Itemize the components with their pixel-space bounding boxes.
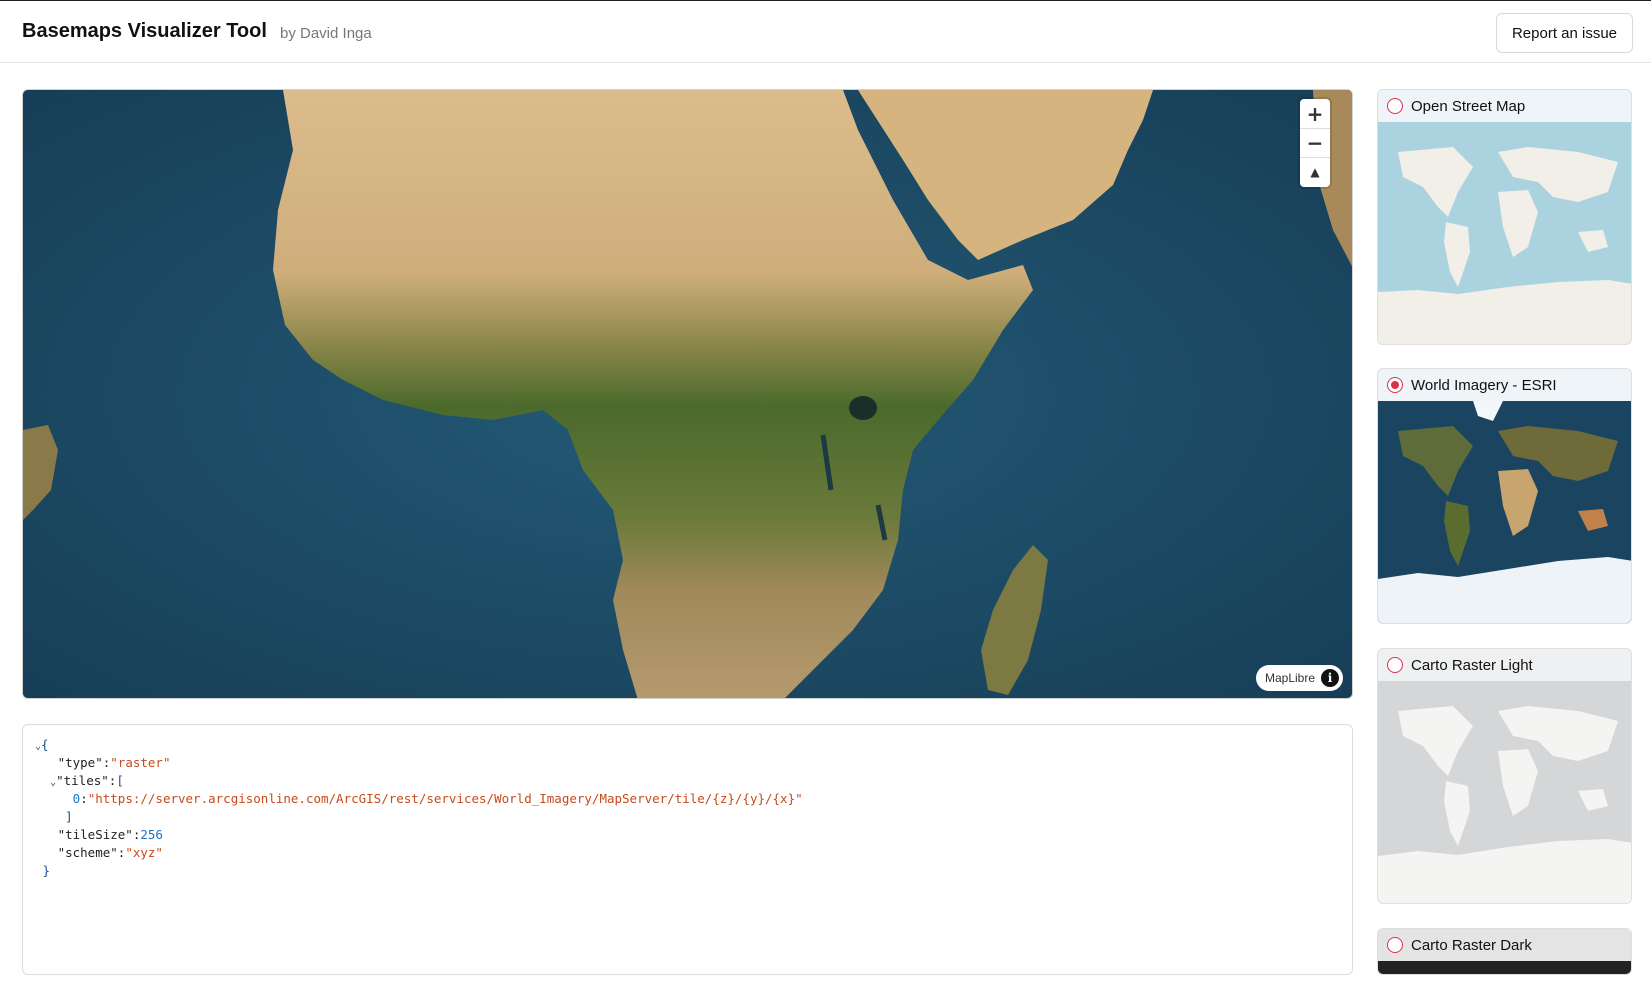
carto-light-thumbnail: [1378, 681, 1631, 903]
basemap-label-carto-dark: Carto Raster Dark: [1411, 936, 1532, 954]
json-key-tilesize: "tileSize": [57, 827, 133, 842]
radio-carto-dark[interactable]: [1387, 937, 1403, 953]
map-attribution: MapLibre i: [1256, 665, 1343, 691]
json-val-tilesize: 256: [140, 827, 163, 842]
osm-thumbnail: [1378, 122, 1631, 344]
attribution-text: MapLibre: [1265, 671, 1316, 685]
map-canvas[interactable]: [22, 89, 1353, 699]
basemap-option-carto-dark[interactable]: Carto Raster Dark: [1377, 928, 1632, 975]
basemap-option-carto-light[interactable]: Carto Raster Light: [1377, 648, 1632, 904]
json-bracket-open: [: [116, 773, 124, 788]
json-brace-open: {: [41, 737, 49, 752]
json-val-tile-url: "https://server.arcgisonline.com/ArcGIS/…: [87, 791, 803, 806]
compass-reset-button[interactable]: ▲: [1300, 157, 1330, 186]
basemap-option-osm[interactable]: Open Street Map: [1377, 89, 1632, 345]
author-byline: by David Inga: [280, 25, 372, 42]
basemap-label-esri: World Imagery - ESRI: [1411, 376, 1557, 394]
esri-thumbnail: [1378, 401, 1631, 623]
radio-carto-light[interactable]: [1387, 657, 1403, 673]
carto-dark-thumbnail: [1378, 961, 1631, 974]
zoom-control: + − ▲: [1300, 99, 1330, 187]
json-key-scheme: "scheme": [57, 845, 118, 860]
json-val-type: "raster": [110, 755, 171, 770]
json-key-tiles: "tiles": [56, 773, 109, 788]
json-brace-close: }: [42, 863, 51, 878]
app-header: Basemaps Visualizer Tool by David Inga R…: [0, 1, 1651, 63]
basemap-label-carto-light: Carto Raster Light: [1411, 656, 1533, 674]
info-icon[interactable]: i: [1321, 669, 1339, 687]
json-key-type: "type": [57, 755, 103, 770]
satellite-imagery: [23, 90, 1352, 698]
zoom-out-button[interactable]: −: [1300, 128, 1330, 157]
lake-victoria: [849, 396, 877, 420]
app-title: Basemaps Visualizer Tool: [22, 20, 267, 42]
basemap-option-esri[interactable]: World Imagery - ESRI: [1377, 368, 1632, 624]
style-json-viewer: ⌄{ "type":"raster" ⌄"tiles":[ 0:"https:/…: [22, 724, 1353, 975]
radio-osm[interactable]: [1387, 98, 1403, 114]
radio-esri-selected[interactable]: [1387, 377, 1403, 393]
zoom-in-button[interactable]: +: [1300, 99, 1330, 128]
report-issue-button[interactable]: Report an issue: [1496, 13, 1633, 53]
json-bracket-close: ]: [65, 809, 73, 824]
json-val-scheme: "xyz": [125, 845, 163, 860]
basemap-label-osm: Open Street Map: [1411, 97, 1526, 115]
